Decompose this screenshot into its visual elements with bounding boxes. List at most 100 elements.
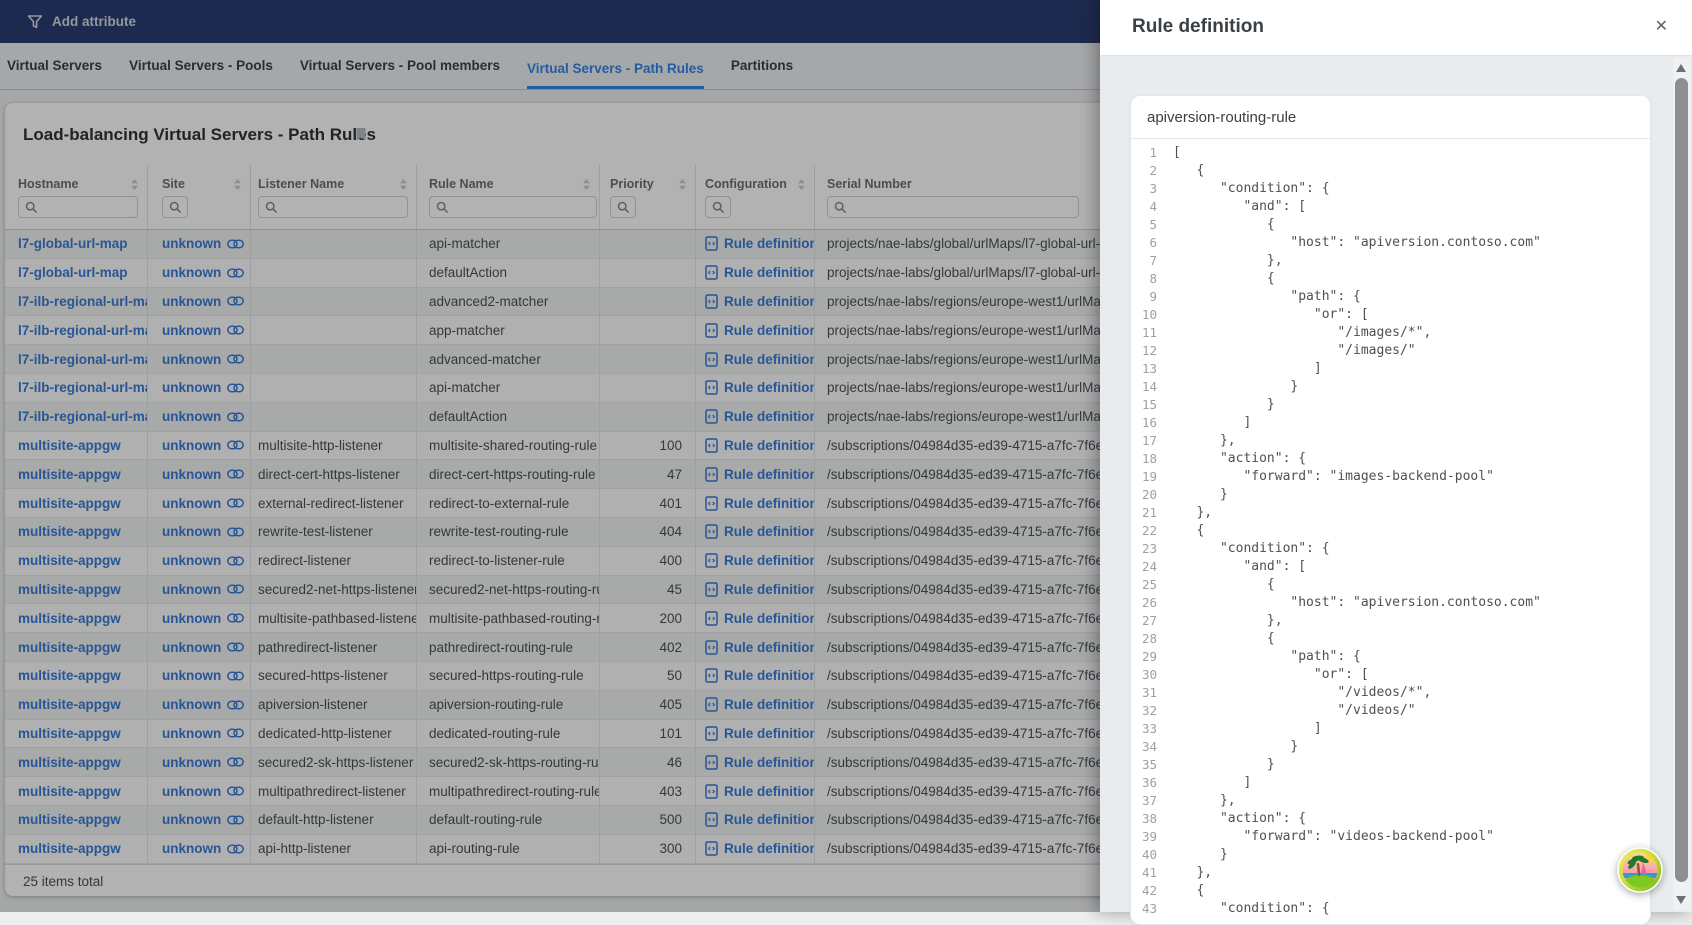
line-number: 42 [1131,882,1173,900]
code-text: { [1173,576,1650,594]
code-text: "path": { [1173,288,1650,306]
code-text: ] [1173,414,1650,432]
code-line: 29 "path": { [1131,648,1650,666]
code-line: 13 ] [1131,360,1650,378]
line-number: 37 [1131,792,1173,810]
code-line: 4 "and": [ [1131,198,1650,216]
line-number: 24 [1131,558,1173,576]
code-text: }, [1173,252,1650,270]
code-line: 5 { [1131,216,1650,234]
code-line: 18 "action": { [1131,450,1650,468]
code-text: "/images/" [1173,342,1650,360]
code-line: 27 }, [1131,612,1650,630]
code-text: "or": [ [1173,306,1650,324]
code-line: 10 "or": [ [1131,306,1650,324]
code-line: 22 { [1131,522,1650,540]
scroll-down-icon[interactable] [1676,896,1686,904]
code-text: "action": { [1173,450,1650,468]
line-number: 11 [1131,324,1173,342]
code-text: "and": [ [1173,198,1650,216]
code-text: }, [1173,612,1650,630]
code-line: 2 { [1131,162,1650,180]
code-block: 1[2 {3 "condition": {4 "and": [5 {6 "hos… [1131,139,1650,918]
code-line: 43 "condition": { [1131,900,1650,918]
line-number: 10 [1131,306,1173,324]
code-text: { [1173,270,1650,288]
code-line: 26 "host": "apiversion.contoso.com" [1131,594,1650,612]
code-line: 1[ [1131,144,1650,162]
code-line: 14 } [1131,378,1650,396]
line-number: 38 [1131,810,1173,828]
code-text: { [1173,216,1650,234]
code-text: "path": { [1173,648,1650,666]
scroll-up-icon[interactable] [1676,64,1686,72]
code-text: "condition": { [1173,540,1650,558]
code-text: }, [1173,864,1650,882]
code-line: 37 }, [1131,792,1650,810]
code-text: ] [1173,774,1650,792]
line-number: 12 [1131,342,1173,360]
code-text: "/videos/" [1173,702,1650,720]
island-extension-badge[interactable] [1617,847,1663,898]
line-number: 29 [1131,648,1173,666]
code-line: 40 } [1131,846,1650,864]
code-line: 8 { [1131,270,1650,288]
code-text: } [1173,486,1650,504]
code-text: "action": { [1173,810,1650,828]
line-number: 14 [1131,378,1173,396]
code-text: ] [1173,360,1650,378]
line-number: 5 [1131,216,1173,234]
code-line: 34 } [1131,738,1650,756]
line-number: 15 [1131,396,1173,414]
line-number: 6 [1131,234,1173,252]
line-number: 35 [1131,756,1173,774]
line-number: 32 [1131,702,1173,720]
line-number: 33 [1131,720,1173,738]
code-line: 12 "/images/" [1131,342,1650,360]
code-line: 32 "/videos/" [1131,702,1650,720]
line-number: 7 [1131,252,1173,270]
line-number: 27 [1131,612,1173,630]
code-line: 19 "forward": "images-backend-pool" [1131,468,1650,486]
code-text: "condition": { [1173,180,1650,198]
code-text: { [1173,630,1650,648]
code-line: 11 "/images/*", [1131,324,1650,342]
code-line: 3 "condition": { [1131,180,1650,198]
code-line: 17 }, [1131,432,1650,450]
code-line: 25 { [1131,576,1650,594]
line-number: 23 [1131,540,1173,558]
code-text: "/videos/*", [1173,684,1650,702]
line-number: 16 [1131,414,1173,432]
line-number: 31 [1131,684,1173,702]
line-number: 20 [1131,486,1173,504]
code-text: } [1173,378,1650,396]
line-number: 40 [1131,846,1173,864]
code-text: } [1173,846,1650,864]
line-number: 1 [1131,144,1173,162]
code-line: 20 } [1131,486,1650,504]
code-line: 28 { [1131,630,1650,648]
code-line: 16 ] [1131,414,1650,432]
code-text: }, [1173,432,1650,450]
code-text: [ [1173,144,1650,162]
code-text: "host": "apiversion.contoso.com" [1173,594,1650,612]
rule-card: apiversion-routing-rule 1[2 {3 "conditio… [1130,95,1651,925]
rule-name-title: apiversion-routing-rule [1131,96,1650,139]
rule-definition-drawer: Rule definition ✕ apiversion-routing-rul… [1100,0,1692,912]
line-number: 25 [1131,576,1173,594]
close-icon[interactable]: ✕ [1655,17,1668,37]
code-text: }, [1173,792,1650,810]
code-line: 42 { [1131,882,1650,900]
line-number: 22 [1131,522,1173,540]
code-line: 23 "condition": { [1131,540,1650,558]
line-number: 21 [1131,504,1173,522]
line-number: 30 [1131,666,1173,684]
scrollbar-thumb[interactable] [1675,78,1688,882]
code-text: "and": [ [1173,558,1650,576]
code-text: { [1173,882,1650,900]
line-number: 13 [1131,360,1173,378]
code-text: "host": "apiversion.contoso.com" [1173,234,1650,252]
code-text: { [1173,522,1650,540]
code-line: 31 "/videos/*", [1131,684,1650,702]
drawer-scrollbar[interactable] [1673,58,1690,910]
